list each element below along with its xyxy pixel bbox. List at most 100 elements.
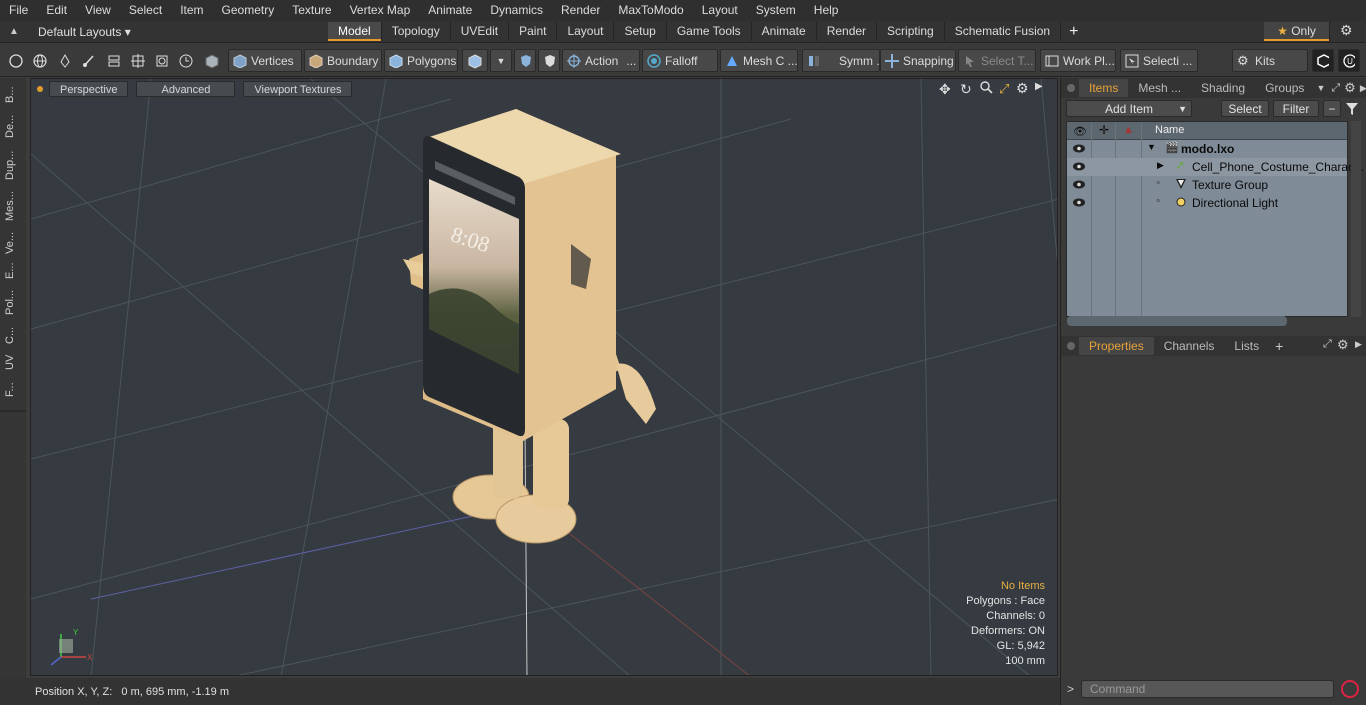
- eye-icon[interactable]: [1073, 144, 1085, 153]
- tab-setup[interactable]: Setup: [614, 22, 667, 41]
- tab-scripting[interactable]: Scripting: [877, 22, 945, 41]
- item-row-directional-light[interactable]: ∘ Directional Light: [1067, 194, 1347, 212]
- center-icon[interactable]: [128, 51, 148, 71]
- kits-button[interactable]: ⚙ Kits: [1232, 49, 1308, 72]
- eye-icon[interactable]: [1073, 180, 1085, 189]
- eye-icon[interactable]: [1073, 198, 1085, 207]
- viewport-textures-button[interactable]: Viewport Textures: [243, 81, 353, 97]
- record-icon[interactable]: [1341, 680, 1359, 698]
- tab-shading[interactable]: Shading: [1191, 79, 1255, 97]
- menu-help[interactable]: Help: [805, 0, 848, 21]
- unreal-button[interactable]: U: [1338, 49, 1360, 72]
- unity-button[interactable]: [1312, 49, 1334, 72]
- tab-topology[interactable]: Topology: [382, 22, 451, 41]
- polygons-button[interactable]: Polygons: [384, 49, 458, 72]
- menu-layout[interactable]: Layout: [693, 0, 747, 21]
- snap-shield2-button[interactable]: [538, 49, 560, 72]
- expand-arrow-icon[interactable]: ▼: [1147, 142, 1156, 152]
- menu-dynamics[interactable]: Dynamics: [481, 0, 552, 21]
- tab-game-tools[interactable]: Game Tools: [667, 22, 752, 41]
- gear-icon[interactable]: ⚙: [1340, 22, 1353, 39]
- layout-arrow-icon[interactable]: ▲: [0, 26, 28, 37]
- tab-groups[interactable]: Groups: [1255, 79, 1314, 97]
- 3d-viewport[interactable]: 8:08 Y X Perspective Advanced Viewport T…: [30, 78, 1058, 676]
- left-tab-de[interactable]: De...: [4, 111, 22, 141]
- tab-animate[interactable]: Animate: [752, 22, 817, 41]
- circle-select-icon[interactable]: [6, 51, 26, 71]
- item-mode-button[interactable]: [462, 49, 488, 72]
- action-center-button[interactable]: Action...: [562, 49, 640, 72]
- add-tab-icon[interactable]: +: [1061, 23, 1086, 41]
- vertical-scrollbar[interactable]: [1351, 121, 1361, 317]
- cube-solid-icon[interactable]: [202, 51, 222, 71]
- add-item-button[interactable]: Add Item ▼: [1066, 100, 1192, 117]
- add-panel-tab-icon[interactable]: +: [1275, 338, 1283, 354]
- expand-icon[interactable]: ⤢: [1331, 82, 1340, 95]
- zoom-view-icon[interactable]: [979, 80, 993, 97]
- menu-item[interactable]: Item: [171, 0, 212, 21]
- move-view-icon[interactable]: ✥: [939, 81, 951, 98]
- menu-edit[interactable]: Edit: [37, 0, 76, 21]
- menu-texture[interactable]: Texture: [283, 0, 340, 21]
- select-through-button[interactable]: Select T...: [958, 49, 1036, 72]
- panel-dot-icon[interactable]: [1067, 84, 1075, 92]
- symmetry-button[interactable]: Symm ...: [802, 49, 880, 72]
- lock-header-icon[interactable]: ✛: [1099, 123, 1109, 137]
- fit-view-icon[interactable]: ⤢: [999, 81, 1009, 97]
- menu-geometry[interactable]: Geometry: [213, 0, 284, 21]
- tab-schematic-fusion[interactable]: Schematic Fusion: [945, 22, 1062, 41]
- menu-system[interactable]: System: [747, 0, 805, 21]
- tab-uvedit[interactable]: UVEdit: [451, 22, 510, 41]
- tab-lists[interactable]: Lists: [1224, 337, 1269, 355]
- funnel-icon[interactable]: [1345, 102, 1359, 119]
- left-tab-dup[interactable]: Dup...: [4, 146, 22, 184]
- selection-sets-button[interactable]: Selecti ...: [1120, 49, 1198, 72]
- viewport-dot-icon[interactable]: [37, 86, 43, 92]
- left-tab-pol[interactable]: Pol...: [4, 284, 22, 320]
- left-tab-f[interactable]: F...: [4, 376, 22, 404]
- left-tab-mes[interactable]: Mes...: [4, 186, 22, 226]
- item-row-mesh[interactable]: ▶ ➚ Cell_Phone_Costume_Charac...: [1067, 158, 1364, 176]
- list-scrollbar[interactable]: [1067, 316, 1287, 326]
- menu-maxtomodo[interactable]: MaxToModo: [609, 0, 692, 21]
- rotate-view-icon[interactable]: ↻: [960, 81, 972, 98]
- menu-select[interactable]: Select: [120, 0, 171, 21]
- snapping-button[interactable]: Snapping: [880, 49, 956, 72]
- menu-render[interactable]: Render: [552, 0, 609, 21]
- menu-animate[interactable]: Animate: [419, 0, 481, 21]
- tabs-dropdown-icon[interactable]: ▼: [1316, 83, 1325, 93]
- default-layouts-dropdown[interactable]: Default Layouts ▾: [28, 25, 328, 39]
- panel-arrow-icon[interactable]: ▶: [1360, 83, 1366, 94]
- tab-items[interactable]: Items: [1079, 79, 1129, 97]
- left-tab-c[interactable]: C...: [4, 322, 22, 348]
- item-row-texture-group[interactable]: ∘ Texture Group: [1067, 176, 1347, 194]
- menu-vertex-map[interactable]: Vertex Map: [341, 0, 420, 21]
- left-tab-uv[interactable]: UV: [4, 350, 22, 374]
- viewport-arrow-icon[interactable]: ▶: [1035, 81, 1043, 92]
- left-tab-ve[interactable]: Ve...: [4, 228, 22, 258]
- pen-icon[interactable]: [55, 51, 75, 71]
- name-column-header[interactable]: Name: [1155, 124, 1184, 136]
- panel-gear-icon[interactable]: ⚙: [1344, 80, 1356, 96]
- mode-dropdown[interactable]: ▼: [490, 49, 512, 72]
- tab-layout[interactable]: Layout: [557, 22, 615, 41]
- left-tab-b[interactable]: B...: [4, 83, 22, 107]
- frame-icon[interactable]: [152, 51, 172, 71]
- command-input[interactable]: Command: [1081, 680, 1334, 698]
- select-button[interactable]: Select: [1221, 100, 1269, 117]
- vertices-button[interactable]: Vertices: [228, 49, 302, 72]
- eye-icon[interactable]: [1073, 162, 1085, 171]
- panel-dot-icon[interactable]: [1067, 342, 1075, 350]
- work-plane-button[interactable]: Work Pl...: [1040, 49, 1116, 72]
- panel-gear-icon[interactable]: ⚙: [1337, 337, 1349, 353]
- panel-arrow-icon[interactable]: ▶: [1355, 339, 1362, 350]
- falloff-button[interactable]: Falloff: [642, 49, 718, 72]
- advanced-button[interactable]: Advanced: [136, 81, 236, 97]
- render-header-icon[interactable]: ▲: [1123, 124, 1134, 136]
- align-icon[interactable]: [104, 51, 124, 71]
- expand-icon[interactable]: ⤢: [1323, 338, 1332, 351]
- viewport-gear-icon[interactable]: ⚙: [1016, 80, 1029, 97]
- item-row-scene[interactable]: ▼ 🎬 modo.lxo: [1067, 140, 1347, 158]
- menu-file[interactable]: File: [0, 0, 37, 21]
- mesh-constraint-button[interactable]: Mesh C ...: [720, 49, 798, 72]
